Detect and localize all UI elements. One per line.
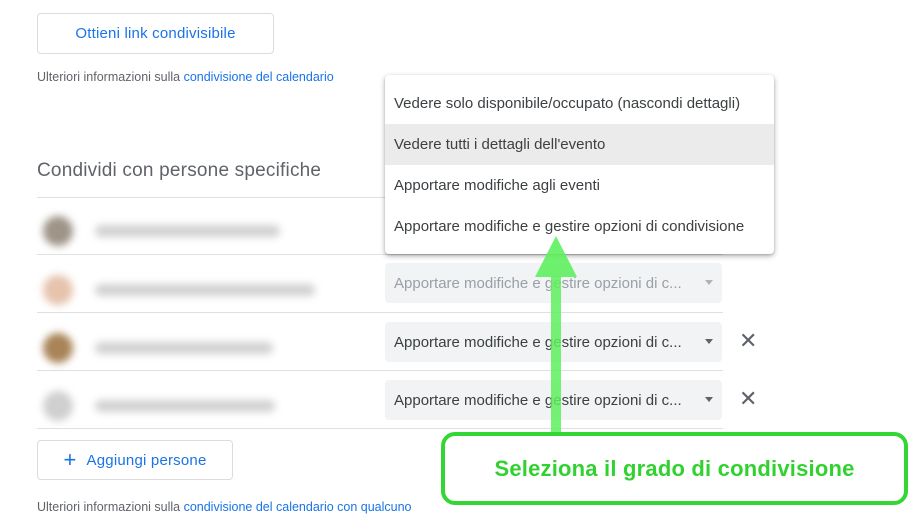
dropdown-caret-icon xyxy=(705,280,713,285)
avatar xyxy=(43,391,73,421)
permission-dropdown-menu: Vedere solo disponibile/occupato (nascon… xyxy=(385,75,774,254)
avatar xyxy=(43,333,73,363)
permission-select[interactable]: Apportare modifiche e gestire opzioni di… xyxy=(385,380,722,420)
menu-item-make-changes[interactable]: Apportare modifiche agli eventi xyxy=(385,165,774,206)
calendar-sharing-someone-link[interactable]: condivisione del calendario con qualcuno xyxy=(184,500,412,514)
learn-more-prefix: Ulteriori informazioni sulla xyxy=(37,70,184,84)
permission-value: Apportare modifiche e gestire opzioni di… xyxy=(394,274,682,292)
get-shareable-link-button[interactable]: Ottieni link condivisibile xyxy=(37,13,274,54)
row-divider xyxy=(37,312,723,313)
person-email-redacted xyxy=(95,400,275,412)
plus-icon: + xyxy=(63,447,77,472)
section-title: Condividi con persone specifiche xyxy=(37,160,322,181)
add-people-label: Aggiungi persone xyxy=(86,451,207,469)
permission-value: Apportare modifiche e gestire opzioni di… xyxy=(394,391,682,409)
learn-more-sharing-text: Ulteriori informazioni sulla condivision… xyxy=(37,70,334,84)
menu-item-free-busy[interactable]: Vedere solo disponibile/occupato (nascon… xyxy=(385,83,774,124)
avatar xyxy=(43,216,73,246)
person-email-redacted xyxy=(95,225,280,237)
permission-value: Apportare modifiche e gestire opzioni di… xyxy=(394,333,682,351)
permission-select[interactable]: Apportare modifiche e gestire opzioni di… xyxy=(385,263,722,303)
remove-person-icon[interactable]: ✕ xyxy=(739,330,757,352)
remove-person-icon[interactable]: ✕ xyxy=(739,388,757,410)
dropdown-caret-icon xyxy=(705,339,713,344)
menu-item-make-changes-manage-sharing[interactable]: Apportare modifiche e gestire opzioni di… xyxy=(385,206,774,247)
row-divider xyxy=(37,428,723,429)
menu-item-all-event-details[interactable]: Vedere tutti i dettagli dell'evento xyxy=(385,124,774,165)
row-divider xyxy=(37,370,723,371)
avatar xyxy=(43,275,73,305)
annotation-callout: Seleziona il grado di condivisione xyxy=(441,432,908,505)
dropdown-caret-icon xyxy=(705,397,713,402)
person-email-redacted xyxy=(95,284,315,296)
person-email-redacted xyxy=(95,342,273,354)
learn-more-prefix: Ulteriori informazioni sulla xyxy=(37,500,184,514)
calendar-sharing-link[interactable]: condivisione del calendario xyxy=(184,70,334,84)
permission-select[interactable]: Apportare modifiche e gestire opzioni di… xyxy=(385,322,722,362)
add-people-button[interactable]: + Aggiungi persone xyxy=(37,440,233,480)
row-divider xyxy=(37,254,723,255)
learn-more-sharing-someone-text: Ulteriori informazioni sulla condivision… xyxy=(37,500,412,514)
